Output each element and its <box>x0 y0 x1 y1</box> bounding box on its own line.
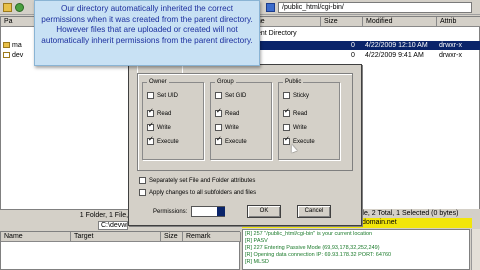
checkbox-box <box>215 108 222 117</box>
checkbox-box <box>147 108 154 117</box>
owner-setuid-checkbox[interactable]: Set UID <box>147 92 178 100</box>
queue-header-size[interactable]: Size <box>161 232 183 242</box>
cancel-button[interactable]: Cancel <box>297 205 331 218</box>
public-sticky-checkbox[interactable]: Sticky <box>283 92 309 100</box>
group-group: Group Set GID Read Write Execute <box>210 78 272 160</box>
server-name: domain.net <box>362 219 397 226</box>
table-row[interactable]: 0 4/22/2009 12:10 AM drwxr-x <box>243 41 480 50</box>
owner-group-title: Owner <box>147 78 169 87</box>
log-line: [R] 257 "/public_html/cgi-bin" is your c… <box>245 231 373 237</box>
log-scrollbar[interactable] <box>471 229 480 270</box>
checkbox-box <box>147 136 154 145</box>
column-header-modified[interactable]: Modified <box>363 17 437 27</box>
column-header-size[interactable]: Size <box>321 17 363 27</box>
log-line: [R] Opening data connection IP: 69.93.17… <box>245 252 392 258</box>
group-execute-checkbox[interactable]: Execute <box>215 136 247 146</box>
checkbox-box <box>283 124 290 131</box>
owner-group: Owner Set UID Read Write Execute <box>142 78 204 160</box>
separate-attributes-checkbox[interactable]: Separately set File and Folder attribute… <box>139 177 255 186</box>
local-address-field[interactable]: C:\devwi <box>98 221 128 230</box>
queue-header-name[interactable]: Name <box>1 232 71 242</box>
table-row[interactable]: 0 4/22/2009 9:41 AM drwxr-x <box>243 51 480 60</box>
spinner-icon[interactable] <box>217 207 225 216</box>
permissions-frame: Owner Set UID Read Write Execute Group S… <box>137 73 353 171</box>
checkbox-box <box>215 136 222 145</box>
owner-execute-checkbox[interactable]: Execute <box>147 136 179 146</box>
tutorial-callout: Our directory automatically inherited th… <box>34 0 260 66</box>
folder-icon <box>3 42 10 49</box>
group-setgid-checkbox[interactable]: Set GID <box>215 92 246 100</box>
remote-path-field[interactable]: /public_html/cgi-bin/ <box>278 2 472 13</box>
group-group-title: Group <box>215 78 236 87</box>
permissions-label: Permissions: <box>153 209 188 215</box>
checkbox-box <box>215 124 222 131</box>
checkbox-box <box>139 189 146 196</box>
owner-write-checkbox[interactable]: Write <box>147 122 171 132</box>
ok-button[interactable]: OK <box>247 205 281 218</box>
refresh-icon[interactable] <box>15 3 24 12</box>
checkbox-box <box>283 92 290 99</box>
apply-recursive-checkbox[interactable]: Apply changes to all subfolders and file… <box>139 189 256 198</box>
checkbox-box <box>139 177 146 184</box>
log-line: [R] MLSD <box>245 259 269 265</box>
transfer-queue[interactable]: Name Target Size Remark <box>0 231 241 270</box>
column-header-attrib[interactable]: Attrib <box>437 17 480 27</box>
public-group: Public Sticky Read Write Execute <box>278 78 340 160</box>
queue-header-remark[interactable]: Remark <box>183 232 241 242</box>
public-group-title: Public <box>283 78 304 87</box>
owner-read-checkbox[interactable]: Read <box>147 108 171 118</box>
group-read-checkbox[interactable]: Read <box>215 108 239 118</box>
permissions-dialog: Owner Set UID Read Write Execute Group S… <box>128 64 362 226</box>
file-icon <box>3 52 10 59</box>
log-line: [R] 227 Entering Passive Mode (69,93,178… <box>245 245 380 251</box>
parent-directory-row[interactable]: ent Directory <box>257 29 357 38</box>
checkbox-box <box>147 92 154 99</box>
local-path-label: Pa <box>4 18 13 25</box>
session-log[interactable]: [R] 257 "/public_html/cgi-bin" is your c… <box>242 229 470 270</box>
folder-icon[interactable] <box>3 3 12 12</box>
log-line: [R] PASV <box>245 238 268 244</box>
checkbox-box <box>283 108 290 117</box>
public-read-checkbox[interactable]: Read <box>283 108 307 118</box>
checkbox-box <box>215 92 222 99</box>
queue-header-target[interactable]: Target <box>71 232 161 242</box>
checkbox-box <box>147 122 154 131</box>
public-write-checkbox[interactable]: Write <box>283 124 307 132</box>
up-folder-icon[interactable] <box>266 3 275 12</box>
group-write-checkbox[interactable]: Write <box>215 124 239 132</box>
